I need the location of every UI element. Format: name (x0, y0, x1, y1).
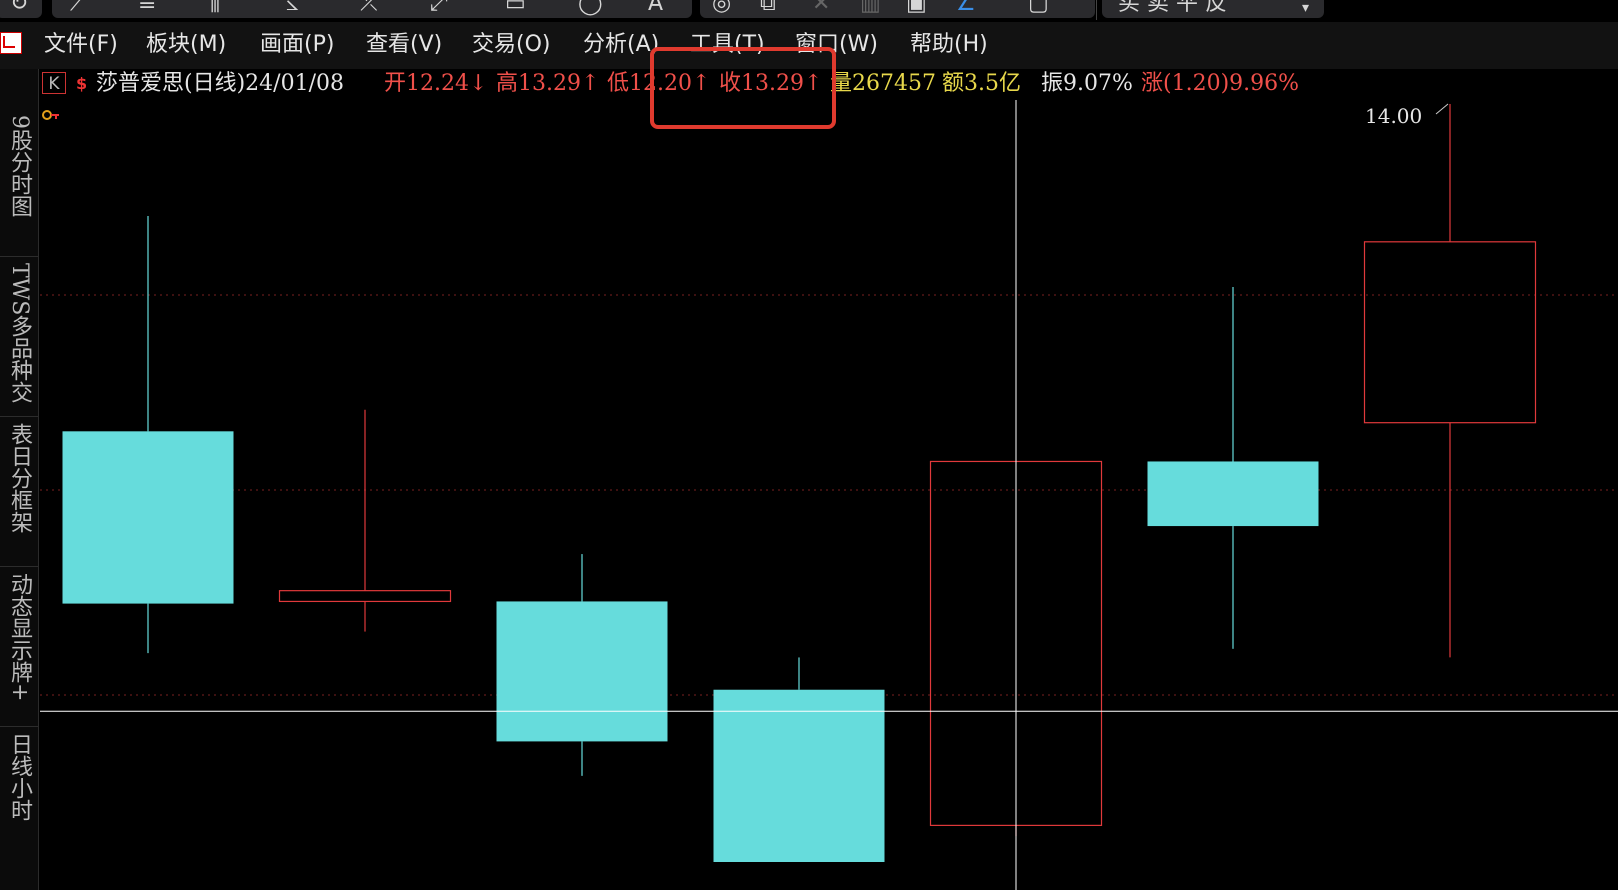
text-icon[interactable]: A (648, 0, 663, 16)
menu-view-layout[interactable]: 画面(P) (260, 32, 334, 58)
menu-trade[interactable]: 交易(O) (472, 32, 550, 58)
amplitude: 振9.07% (1041, 71, 1133, 96)
menu-sector[interactable]: 板块(M) (146, 32, 226, 58)
circle-icon[interactable]: ◯ (578, 0, 603, 16)
highlight-annotation (650, 47, 836, 129)
tab-tws-multi[interactable]: TWS多品种交 (0, 257, 38, 417)
candle-body-down (713, 689, 885, 862)
tab-dynamic-board[interactable]: 动态显示牌+ (0, 567, 38, 727)
left-tab-strip: 9股分时图 TWS多品种交 表日分框架 动态显示牌+ 日线小时 (0, 69, 39, 890)
app-logo-icon (0, 32, 22, 54)
candle-body-up (1363, 241, 1537, 424)
cross-line-icon[interactable]: ⤫ (360, 0, 378, 16)
square-icon[interactable]: ▢ (1028, 0, 1049, 16)
candlestick-chart[interactable] (40, 100, 1618, 890)
trash-icon[interactable]: ▥ (860, 0, 881, 16)
dollar-icon: $ (76, 74, 88, 93)
chevron-down-icon[interactable]: ▾ (1302, 0, 1309, 20)
bars-icon[interactable]: ⫼ (210, 0, 220, 16)
amount: 额3.5亿 (942, 71, 1021, 96)
target-icon[interactable]: ◎ (712, 0, 731, 16)
candle-body-down (1147, 461, 1319, 527)
change: 涨(1.20)9.96% (1141, 71, 1300, 96)
tab-daily-hourly[interactable]: 日线小时 (0, 727, 38, 890)
candle-body-down (496, 601, 668, 742)
lock-icon[interactable]: ▣ (906, 0, 927, 16)
tab-minute-chart[interactable]: 9股分时图 (0, 109, 38, 257)
menu-file[interactable]: 文件(F) (44, 32, 118, 58)
price-label: 14.00 (1365, 104, 1423, 128)
rect-icon[interactable]: ▭ (505, 0, 526, 16)
k-line-button[interactable]: K (42, 72, 66, 94)
stock-title: 莎普爱思(日线)24/01/08 (96, 71, 344, 96)
copy-icon[interactable]: ⧉ (760, 0, 776, 16)
tab-daily-frame[interactable]: 表日分框架 (0, 417, 38, 567)
delete-icon[interactable]: ✕ (812, 0, 830, 16)
high-price: 高13.29↑ (496, 71, 600, 96)
pen-icon[interactable]: ⟋ (70, 0, 85, 16)
menu-analysis[interactable]: 分析(A) (583, 32, 659, 58)
menu-help[interactable]: 帮助(H) (910, 32, 988, 58)
refresh-icon[interactable]: ↻ (10, 0, 28, 16)
diagonal-icon[interactable]: ⤢ (430, 0, 448, 16)
candle-body-down (62, 431, 234, 604)
line-icon[interactable]: ≡ (138, 0, 156, 16)
select-line-icon[interactable]: ∠ (956, 0, 976, 16)
toolbar-separator (1096, 0, 1097, 20)
drawing-toolbar: ↻ ⟋ ≡ ⫼ ⦣ ⤫ ⤢ ▭ ◯ A ◎ ⧉ ✕ ▥ ▣ ∠ ▢ 买 卖 平 … (0, 0, 1618, 22)
trade-buttons-text[interactable]: 买 卖 平 反 (1118, 0, 1227, 16)
open-price: 开12.24↓ (384, 71, 488, 96)
price-label-tick (1435, 103, 1449, 115)
candle-body-up (278, 590, 452, 603)
volume: 量267457 (830, 71, 936, 96)
fan-icon[interactable]: ⦣ (286, 0, 299, 16)
menu-view[interactable]: 查看(V) (366, 32, 442, 58)
key-icon[interactable] (42, 108, 60, 122)
chart-svg (40, 100, 1618, 890)
